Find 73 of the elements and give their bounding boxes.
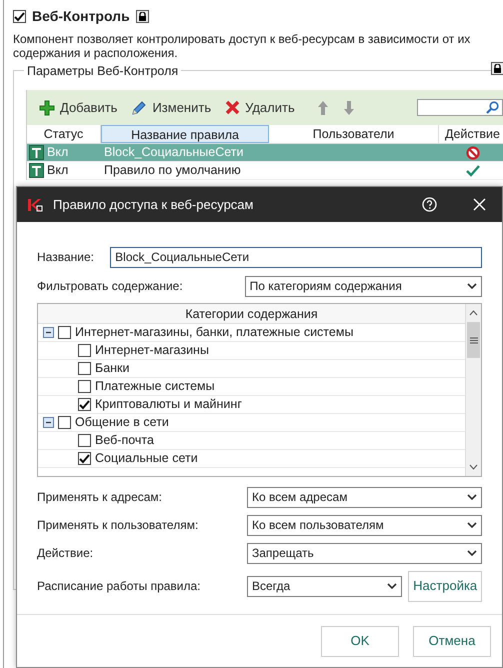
column-header[interactable]: Пользователи bbox=[269, 125, 439, 143]
caret-icon bbox=[467, 522, 477, 528]
toggle-icon bbox=[29, 145, 44, 160]
field-label: Применять к адресам: bbox=[37, 489, 163, 506]
lock-icon[interactable] bbox=[491, 62, 503, 75]
plus-icon bbox=[39, 100, 55, 116]
category-label: Банки bbox=[95, 360, 130, 378]
scroll-up-icon[interactable] bbox=[469, 310, 478, 316]
block-icon bbox=[466, 146, 480, 160]
category-checkbox[interactable] bbox=[78, 434, 91, 447]
category-checkbox[interactable] bbox=[58, 416, 71, 429]
setting-dropdown[interactable]: Запрещать bbox=[247, 542, 482, 564]
delete-button[interactable]: Удалить bbox=[221, 98, 299, 118]
category-label: Социальные сети bbox=[95, 450, 198, 468]
cancel-button[interactable]: Отмена bbox=[413, 626, 491, 656]
column-header[interactable]: Название правила bbox=[101, 125, 269, 143]
category-checkbox[interactable] bbox=[78, 344, 91, 357]
name-input-field[interactable]: Block_СоциальныеСети bbox=[110, 246, 482, 268]
scroll-down-icon[interactable] bbox=[469, 464, 478, 470]
status-text: Вкл bbox=[47, 162, 68, 180]
category-label: Общение в сети bbox=[75, 414, 169, 432]
caret-icon bbox=[467, 550, 477, 556]
check-icon bbox=[466, 164, 480, 176]
component-title: Веб-Контроль bbox=[32, 7, 130, 26]
category-checkbox[interactable] bbox=[78, 380, 91, 393]
category-label: Платежные системы bbox=[95, 378, 215, 396]
column-header[interactable]: Действие bbox=[439, 125, 503, 143]
caret-icon bbox=[467, 494, 477, 500]
collapse-icon[interactable] bbox=[43, 327, 54, 338]
category-label: Интернет-магазины bbox=[95, 342, 209, 360]
search-field[interactable] bbox=[417, 99, 503, 116]
rule-row[interactable]: Вкл Правило по умолчанию bbox=[27, 162, 503, 180]
pencil-icon bbox=[131, 100, 148, 116]
lock-icon[interactable] bbox=[136, 10, 149, 23]
caret-icon bbox=[387, 582, 398, 590]
dialog-title: Правило доступа к веб-ресурсам bbox=[53, 196, 254, 214]
ok-button[interactable]: OK bbox=[321, 626, 399, 656]
field-label: Применять к пользователям: bbox=[37, 517, 200, 534]
category-label: Веб-почта bbox=[95, 432, 154, 450]
toggle-icon bbox=[29, 163, 44, 178]
setting-dropdown[interactable]: Ко всем адресам bbox=[247, 486, 482, 508]
scrollbar[interactable] bbox=[465, 304, 481, 476]
category-checkbox[interactable] bbox=[58, 326, 71, 339]
grip-icon bbox=[470, 336, 478, 344]
status-text: Вкл bbox=[47, 144, 68, 162]
search-icon bbox=[486, 101, 499, 114]
column-header: Категории содержания bbox=[38, 304, 465, 324]
edit-button[interactable]: Изменить bbox=[127, 98, 216, 118]
field-label: Расписание работы правила: bbox=[37, 578, 202, 595]
rule-name: Block_СоциальныеСети bbox=[104, 145, 244, 160]
enable-checkbox[interactable] bbox=[13, 10, 26, 23]
category-label: Криптовалюты и майнинг bbox=[95, 396, 242, 414]
collapse-icon[interactable] bbox=[43, 417, 54, 428]
category-checkbox[interactable] bbox=[78, 362, 91, 375]
component-description: Компонент позволяет контролировать доступ к веб-ресурсам в зависимости от их содержания и расположения. bbox=[13, 32, 472, 60]
scroll-thumb[interactable] bbox=[467, 322, 480, 358]
add-button[interactable]: Добавить bbox=[35, 98, 122, 118]
close-icon[interactable] bbox=[473, 198, 486, 211]
rule-name: Правило по умолчанию bbox=[104, 163, 241, 178]
category-checkbox[interactable] bbox=[78, 398, 91, 411]
app-logo-icon bbox=[27, 196, 43, 212]
setting-dropdown[interactable]: Всегда bbox=[247, 576, 402, 596]
filter-dropdown[interactable]: По категориям содержания bbox=[244, 276, 482, 296]
category-checkbox[interactable] bbox=[78, 452, 91, 465]
field-label: Фильтровать содержание: bbox=[37, 278, 184, 295]
setting-dropdown[interactable]: Ко всем пользователям bbox=[247, 514, 482, 536]
help-icon[interactable] bbox=[422, 197, 437, 212]
category-label: Интернет-магазины, банки, платежные системы bbox=[75, 324, 354, 342]
field-label: Название: bbox=[37, 249, 95, 266]
cross-icon bbox=[225, 100, 240, 115]
settings-button[interactable]: Настройка bbox=[408, 570, 482, 602]
caret-icon bbox=[467, 282, 477, 290]
field-label: Действие: bbox=[37, 545, 94, 562]
